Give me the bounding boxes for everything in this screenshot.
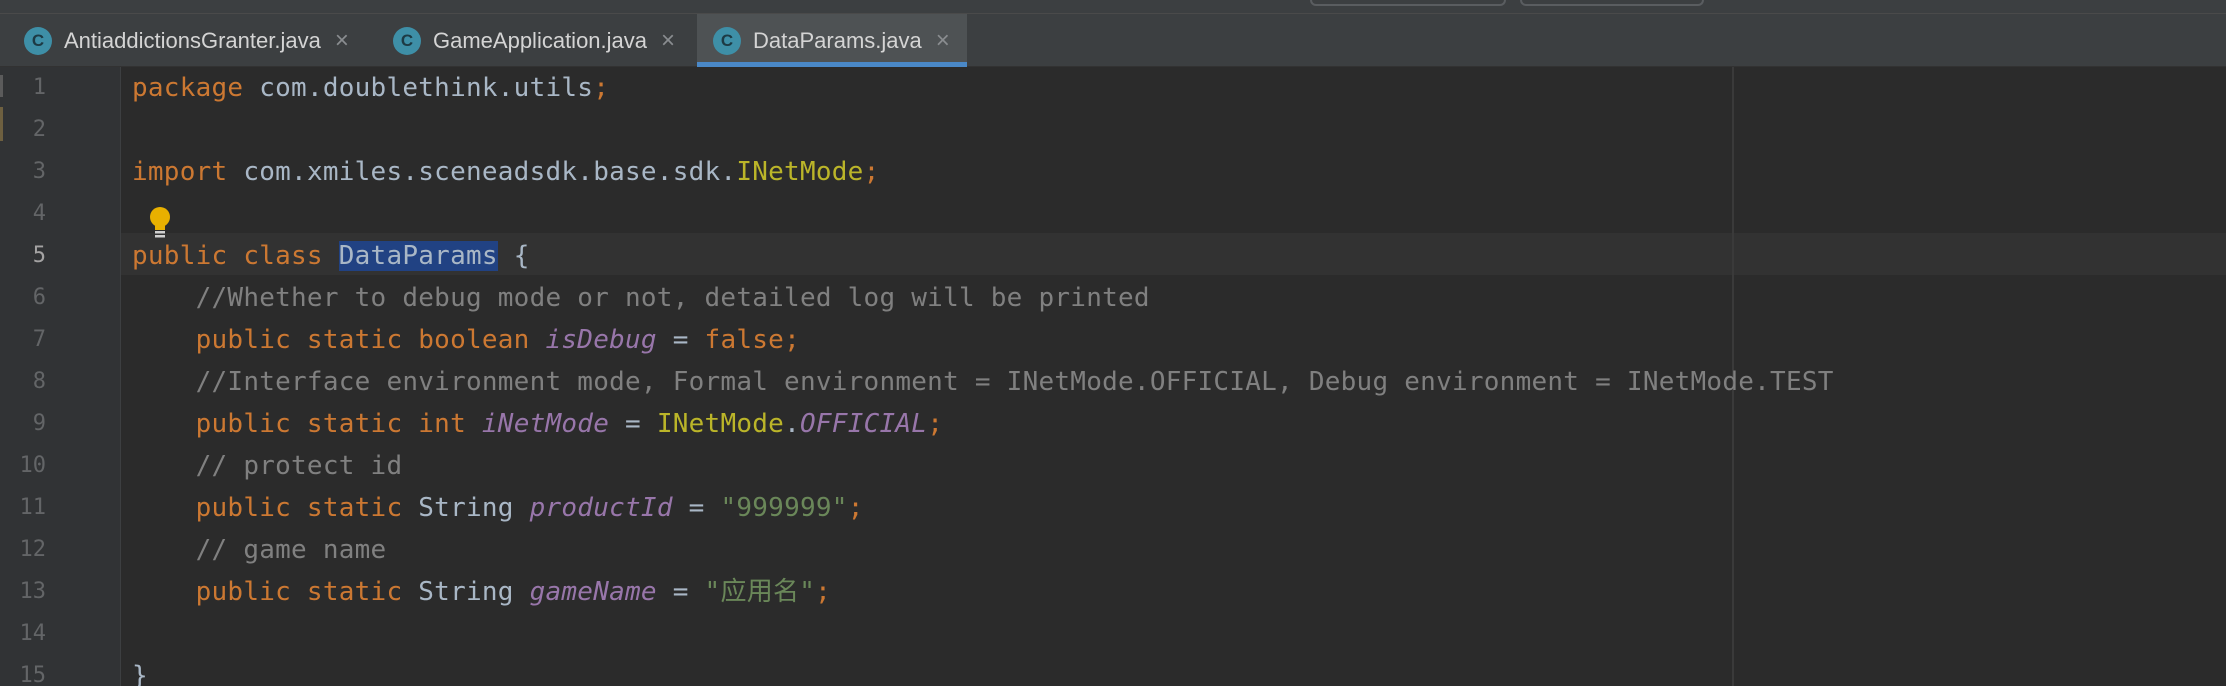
semicolon: ; bbox=[863, 157, 880, 187]
code-line-15[interactable]: } bbox=[132, 655, 148, 686]
code-line-7[interactable]: public static boolean isDebug = false; bbox=[132, 319, 800, 361]
import-path: com.xmiles.sceneadsdk.base.sdk. bbox=[227, 157, 737, 187]
code-editor[interactable]: 1 2 3 4 5 6 7 8 9 10 11 12 13 14 15 pack… bbox=[0, 67, 2226, 686]
string-literal: "999999" bbox=[720, 493, 848, 523]
tab-game-application[interactable]: C GameApplication.java × bbox=[393, 14, 693, 67]
literal: false bbox=[704, 325, 785, 355]
line-number: 3 bbox=[32, 159, 46, 184]
keyword: public static bbox=[132, 577, 403, 607]
java-class-icon: C bbox=[393, 26, 421, 55]
package-name: com.doublethink.utils bbox=[243, 73, 594, 103]
line-number: 6 bbox=[32, 285, 46, 310]
close-icon[interactable]: × bbox=[661, 28, 675, 53]
code-line-5[interactable]: public class DataParams { bbox=[132, 235, 530, 277]
java-class-icon: C bbox=[713, 26, 741, 55]
line-number: 14 bbox=[19, 621, 47, 646]
code-line-11[interactable]: public static String productId = "999999… bbox=[132, 487, 864, 529]
code-line-13[interactable]: public static String gameName = "应用名"; bbox=[132, 571, 831, 613]
field-name: productId bbox=[529, 493, 673, 523]
toolbar-combo[interactable] bbox=[1520, 0, 1704, 6]
semicolon: ; bbox=[784, 325, 800, 355]
line-number: 11 bbox=[19, 495, 47, 520]
keyword: public static boolean bbox=[132, 325, 530, 355]
code-line-1[interactable]: package com.doublethink.utils; bbox=[132, 67, 609, 109]
line-number-current: 5 bbox=[32, 243, 46, 268]
keyword: import bbox=[132, 157, 228, 187]
line-number: 15 bbox=[19, 663, 47, 686]
type: String bbox=[402, 493, 530, 523]
code-line-9[interactable]: public static int iNetMode = INetMode.OF… bbox=[132, 403, 943, 445]
tab-data-params[interactable]: C DataParams.java × bbox=[697, 14, 967, 67]
close-icon[interactable]: × bbox=[335, 28, 349, 53]
toolbar-combo[interactable] bbox=[1310, 0, 1506, 6]
class-reference: INetMode bbox=[656, 409, 785, 439]
field-name: iNetMode bbox=[481, 409, 610, 439]
java-class-icon: C bbox=[24, 26, 52, 55]
line-number: 8 bbox=[32, 369, 46, 394]
line-number: 9 bbox=[32, 411, 46, 436]
brace: { bbox=[497, 241, 530, 271]
keyword: public static bbox=[132, 493, 403, 523]
lightbulb-icon[interactable] bbox=[146, 205, 174, 239]
assign: = bbox=[609, 409, 657, 439]
semicolon: ; bbox=[927, 409, 944, 439]
close-icon[interactable]: × bbox=[936, 28, 950, 53]
line-number: 10 bbox=[19, 453, 47, 478]
tab-antiaddictions-granter[interactable]: C AntiaddictionsGranter.java × bbox=[24, 14, 376, 67]
keyword: package bbox=[132, 73, 244, 103]
tab-label: GameApplication.java bbox=[433, 27, 648, 53]
string-literal: "应用名" bbox=[704, 577, 816, 607]
assign: = bbox=[656, 577, 705, 607]
line-number: 7 bbox=[32, 327, 46, 352]
type: String bbox=[402, 577, 530, 607]
class-reference: INetMode bbox=[736, 157, 864, 187]
code-line-12[interactable]: // game name bbox=[132, 529, 387, 571]
assign: = bbox=[672, 493, 721, 523]
code-line-3[interactable]: import com.xmiles.sceneadsdk.base.sdk.IN… bbox=[132, 151, 879, 193]
field-name: gameName bbox=[529, 577, 657, 607]
line-number: 1 bbox=[32, 75, 46, 100]
keyword: public static int bbox=[132, 409, 466, 439]
line-number: 12 bbox=[19, 537, 47, 562]
field-name: isDebug bbox=[545, 325, 657, 355]
constant: OFFICIAL bbox=[799, 409, 928, 439]
selected-class-name[interactable]: DataParams bbox=[338, 241, 498, 271]
line-number: 13 bbox=[19, 579, 47, 604]
semicolon: ; bbox=[815, 577, 832, 607]
line-number-gutter[interactable]: 1 2 3 4 5 6 7 8 9 10 11 12 13 14 15 bbox=[0, 67, 121, 686]
keyword: public class bbox=[132, 241, 323, 271]
tab-label: AntiaddictionsGranter.java bbox=[64, 27, 321, 53]
line-number: 2 bbox=[32, 117, 46, 142]
semicolon: ; bbox=[847, 493, 864, 523]
code-line-6[interactable]: //Whether to debug mode or not, detailed… bbox=[132, 277, 1150, 319]
line-number: 4 bbox=[32, 201, 46, 226]
tab-label: DataParams.java bbox=[753, 27, 922, 53]
assign: = bbox=[656, 325, 705, 355]
code-line-8[interactable]: //Interface environment mode, Formal env… bbox=[132, 361, 1834, 403]
semicolon: ; bbox=[593, 73, 610, 103]
toolbar-strip bbox=[0, 0, 2226, 14]
editor-tab-bar: C AntiaddictionsGranter.java × C GameApp… bbox=[0, 0, 2226, 67]
code-line-10[interactable]: // protect id bbox=[132, 445, 402, 487]
dot: . bbox=[784, 409, 800, 439]
